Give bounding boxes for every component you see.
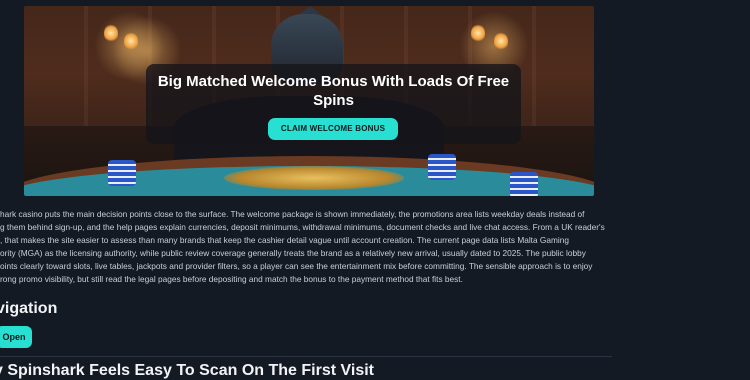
hero-banner: Big Matched Welcome Bonus With Loads Of … xyxy=(24,6,594,196)
wall-lamp xyxy=(471,24,485,42)
intro-line: , that makes the site easier to assess t… xyxy=(0,235,569,245)
intro-line: rong promo visibility, but still read th… xyxy=(0,274,463,284)
chip-stack xyxy=(428,154,456,180)
intro-line: ority (MGA) as the licensing authority, … xyxy=(0,248,586,258)
claim-welcome-bonus-button[interactable]: CLAIM WELCOME BONUS xyxy=(268,118,398,140)
chip-stack xyxy=(108,160,136,186)
intro-line: oints clearly toward slots, live tables,… xyxy=(0,261,593,271)
navigation-heading: vigation xyxy=(0,300,58,317)
section-divider xyxy=(0,356,612,357)
intro-paragraph: hark casino puts the main decision point… xyxy=(0,208,646,286)
wall-lamp xyxy=(124,32,138,50)
intro-line: hark casino puts the main decision point… xyxy=(0,209,585,219)
coin-pile xyxy=(224,166,404,190)
wall-lamp xyxy=(494,32,508,50)
intro-line: g them behind sign-up, and the help page… xyxy=(0,222,605,232)
open-navigation-button[interactable]: Open xyxy=(0,326,32,348)
hero-title: Big Matched Welcome Bonus With Loads Of … xyxy=(157,73,510,109)
chip-stack xyxy=(510,172,538,196)
section-heading: y Spinshark Feels Easy To Scan On The Fi… xyxy=(0,362,374,379)
